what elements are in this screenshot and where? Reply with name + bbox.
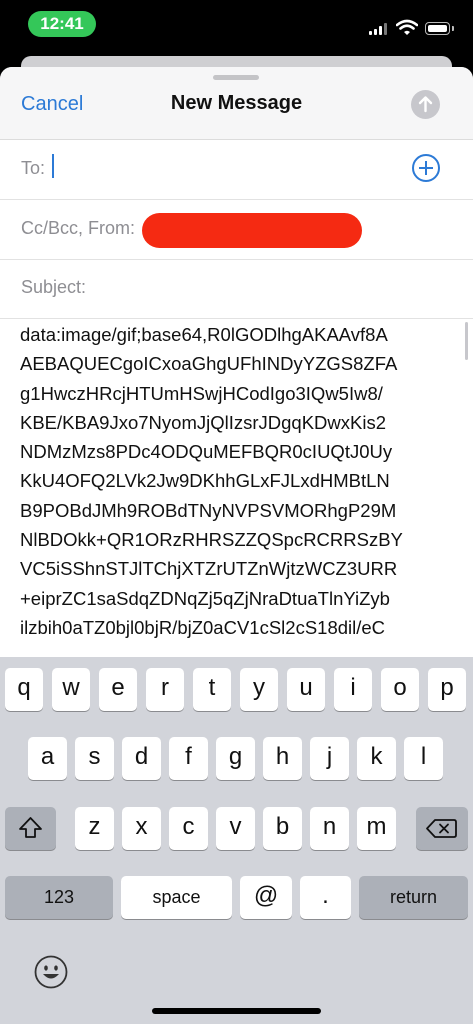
key-m[interactable]: m	[357, 807, 396, 850]
add-contact-button[interactable]	[412, 154, 440, 182]
key-z[interactable]: z	[75, 807, 114, 850]
body-line: AEBAQUECgoICxoaGhgUFhINDyYZGS8ZFA	[20, 353, 398, 375]
to-label: To:	[21, 158, 46, 178]
cc-bcc-from-label: Cc/Bcc, From:	[21, 218, 136, 238]
wifi-icon	[396, 19, 418, 35]
key-t[interactable]: t	[193, 668, 231, 711]
key-i[interactable]: i	[334, 668, 372, 711]
body-line: +eiprZC1saSdqZDNqZj5qZjNraDtuaTlnYiZyb	[20, 587, 390, 609]
at-key[interactable]: @	[240, 876, 292, 919]
key-j[interactable]: j	[310, 737, 349, 780]
home-indicator[interactable]	[152, 1008, 321, 1014]
delete-key[interactable]	[416, 807, 468, 850]
delete-icon	[426, 819, 457, 838]
key-b[interactable]: b	[263, 807, 302, 850]
key-d[interactable]: d	[122, 737, 161, 780]
sheet-grabber[interactable]	[213, 75, 259, 80]
key-x[interactable]: x	[122, 807, 161, 850]
key-a[interactable]: a	[28, 737, 67, 780]
body-line: NDMzMzs8PDc4ODQuMEFBQR0cIUQtJ0Uy	[20, 441, 393, 463]
space-key[interactable]: space	[121, 876, 232, 919]
keyboard: q w e r t y u i o p a s d f g h j k l z …	[0, 657, 473, 1024]
key-k[interactable]: k	[357, 737, 396, 780]
numbers-key[interactable]: 123	[5, 876, 113, 919]
battery-icon	[425, 22, 454, 35]
send-button[interactable]	[411, 90, 440, 119]
key-v[interactable]: v	[216, 807, 255, 850]
status-bar: 12:41	[0, 0, 473, 56]
body-line: KBE/KBA9Jxo7NyomJjQlIzsrJDgqKDwxKis2	[20, 411, 386, 433]
body-line: KkU4OFQ2LVk2Jw9DKhhGLxFJLxdHMBtLN	[20, 470, 390, 492]
key-n[interactable]: n	[310, 807, 349, 850]
key-y[interactable]: y	[240, 668, 278, 711]
cc-bcc-from-field[interactable]: Cc/Bcc, From:	[0, 200, 473, 260]
body-line: ilzbih0aTZ0bjl0bjR/bjZ0aCV1cSl2cS18dil/e…	[20, 616, 386, 638]
to-field[interactable]: To:	[0, 140, 473, 200]
body-line: VC5iSShnSTJlTChjXTZrUTZnWjtzWCZ3URR	[20, 558, 398, 580]
key-w[interactable]: w	[52, 668, 90, 711]
key-p[interactable]: p	[428, 668, 466, 711]
text-cursor	[52, 154, 54, 178]
page-title: New Message	[170, 92, 303, 114]
key-r[interactable]: r	[146, 668, 184, 711]
message-body[interactable]: data:image/gif;base64,R0lGODlhgAKAAvf8A …	[20, 320, 452, 642]
key-f[interactable]: f	[169, 737, 208, 780]
key-q[interactable]: q	[5, 668, 43, 711]
redacted-sender	[142, 213, 362, 248]
key-g[interactable]: g	[216, 737, 255, 780]
shift-key[interactable]	[5, 807, 56, 850]
dot-key[interactable]: .	[300, 876, 351, 919]
key-l[interactable]: l	[404, 737, 443, 780]
body-line: NlBDOkk+QR1ORzRHRSZZQSpcRCRRSzBY	[20, 529, 403, 551]
status-time[interactable]: 12:41	[28, 11, 96, 37]
emoji-icon[interactable]	[33, 954, 69, 990]
scrollbar[interactable]	[465, 322, 468, 360]
subject-field[interactable]: Subject:	[0, 259, 473, 319]
key-h[interactable]: h	[263, 737, 302, 780]
cellular-signal-icon	[369, 23, 389, 35]
body-line: g1HwczHRcjHTUmHSwjHCodIgo3IQw5Iw8/	[20, 382, 383, 404]
shift-icon	[19, 817, 42, 838]
key-u[interactable]: u	[287, 668, 325, 711]
key-o[interactable]: o	[381, 668, 419, 711]
key-c[interactable]: c	[169, 807, 208, 850]
compose-nav-bar: Cancel New Message	[0, 67, 473, 140]
arrow-up-icon	[418, 96, 433, 113]
key-s[interactable]: s	[75, 737, 114, 780]
subject-label: Subject:	[21, 277, 87, 297]
return-key[interactable]: return	[359, 876, 468, 919]
body-line: data:image/gif;base64,R0lGODlhgAKAAvf8A	[20, 324, 388, 345]
key-e[interactable]: e	[99, 668, 137, 711]
body-line: B9POBdJMh9ROBdTNyNVPSVMORhgP29M	[20, 499, 397, 521]
